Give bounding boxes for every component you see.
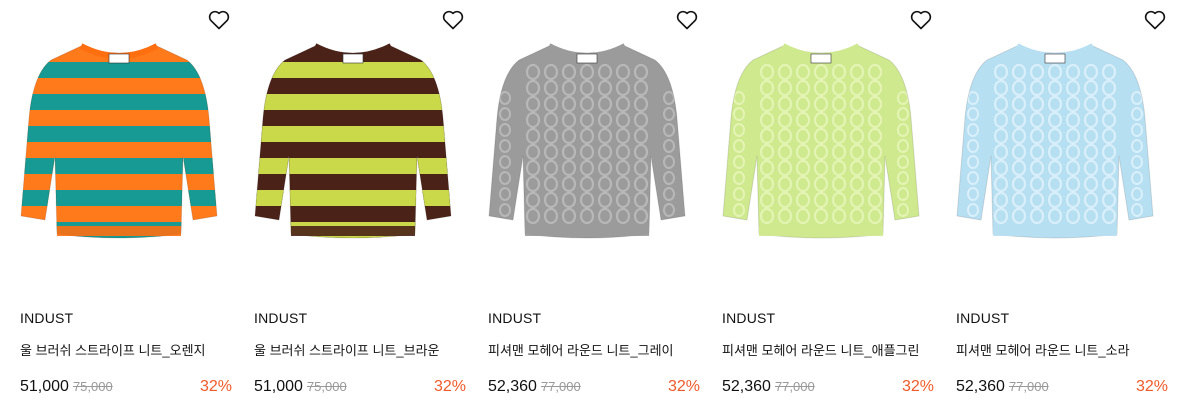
product-card[interactable]: INDUST 울 브러쉬 스트라이프 니트_오렌지 51,000 75,000 3… xyxy=(5,0,233,412)
price-row: 51,000 75,000 32% xyxy=(20,378,232,400)
product-image[interactable] xyxy=(941,0,1169,290)
heart-icon[interactable] xyxy=(675,8,701,34)
discount-rate: 32% xyxy=(199,378,232,395)
product-brand[interactable]: INDUST xyxy=(20,310,73,326)
discount-rate: 32% xyxy=(1135,378,1168,395)
original-price: 77,000 xyxy=(1008,379,1049,394)
sweater-image xyxy=(20,43,218,239)
product-name[interactable]: 피셔맨 모헤어 라운드 니트_소라 xyxy=(956,340,1130,359)
product-brand[interactable]: INDUST xyxy=(488,310,541,326)
original-price: 77,000 xyxy=(540,379,581,394)
product-image[interactable] xyxy=(5,0,233,290)
product-image[interactable] xyxy=(473,0,701,290)
original-price: 75,000 xyxy=(72,379,113,394)
price-row: 52,360 77,000 32% xyxy=(488,378,700,400)
price-row: 52,360 77,000 32% xyxy=(956,378,1168,400)
heart-icon[interactable] xyxy=(207,8,233,34)
product-image[interactable] xyxy=(239,0,467,290)
sweater-image xyxy=(488,43,686,239)
product-name[interactable]: 피셔맨 모헤어 라운드 니트_그레이 xyxy=(488,340,674,359)
product-card[interactable]: INDUST 피셔맨 모헤어 라운드 니트_소라 52,360 77,000 32… xyxy=(941,0,1169,412)
sale-price: 51,000 xyxy=(254,378,303,395)
product-card[interactable]: INDUST 피셔맨 모헤어 라운드 니트_애플그린 52,360 77,000 … xyxy=(707,0,935,412)
price-row: 52,360 77,000 32% xyxy=(722,378,934,400)
heart-icon[interactable] xyxy=(909,8,935,34)
sale-price: 51,000 xyxy=(20,378,69,395)
sweater-image xyxy=(254,43,452,239)
sale-price: 52,360 xyxy=(722,378,771,395)
sweater-image xyxy=(956,43,1154,239)
product-card[interactable]: INDUST 피셔맨 모헤어 라운드 니트_그레이 52,360 77,000 3… xyxy=(473,0,701,412)
heart-icon[interactable] xyxy=(441,8,467,34)
product-brand[interactable]: INDUST xyxy=(722,310,775,326)
discount-rate: 32% xyxy=(433,378,466,395)
product-card[interactable]: INDUST 울 브러쉬 스트라이프 니트_브라운 51,000 75,000 3… xyxy=(239,0,467,412)
product-name[interactable]: 울 브러쉬 스트라이프 니트_브라운 xyxy=(254,340,440,359)
product-brand[interactable]: INDUST xyxy=(956,310,1009,326)
price-row: 51,000 75,000 32% xyxy=(254,378,466,400)
product-image[interactable] xyxy=(707,0,935,290)
product-name[interactable]: 피셔맨 모헤어 라운드 니트_애플그린 xyxy=(722,340,919,359)
discount-rate: 32% xyxy=(901,378,934,395)
sale-price: 52,360 xyxy=(488,378,537,395)
product-name[interactable]: 울 브러쉬 스트라이프 니트_오렌지 xyxy=(20,340,206,359)
original-price: 77,000 xyxy=(774,379,815,394)
discount-rate: 32% xyxy=(667,378,700,395)
sale-price: 52,360 xyxy=(956,378,1005,395)
original-price: 75,000 xyxy=(306,379,347,394)
product-grid: INDUST 울 브러쉬 스트라이프 니트_오렌지 51,000 75,000 3… xyxy=(0,0,1185,412)
heart-icon[interactable] xyxy=(1143,8,1169,34)
product-brand[interactable]: INDUST xyxy=(254,310,307,326)
sweater-image xyxy=(722,43,920,239)
